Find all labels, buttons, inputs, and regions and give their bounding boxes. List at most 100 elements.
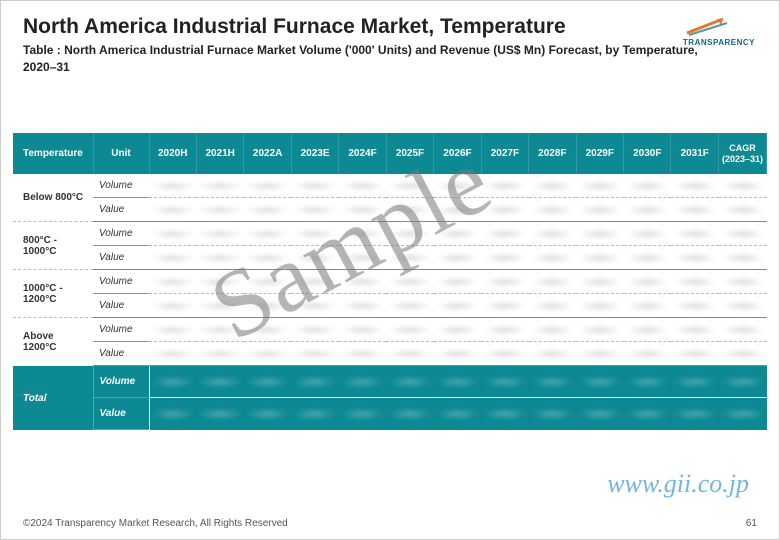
row-label: 1000°C - 1200°C [13, 270, 93, 318]
data-cell [529, 294, 576, 318]
page-number: 61 [746, 518, 757, 529]
unit-cell: Value [93, 342, 149, 366]
data-cell [386, 294, 433, 318]
brand-logo-text: TRANSPARENCY [683, 38, 755, 47]
data-cell [671, 246, 719, 270]
data-cell [719, 342, 767, 366]
data-cell [244, 222, 291, 246]
data-cell [481, 342, 528, 366]
unit-cell: Volume [93, 174, 149, 198]
data-cell [624, 222, 671, 246]
data-cell [244, 342, 291, 366]
data-cell [196, 270, 243, 294]
data-cell [339, 294, 386, 318]
copyright-text: ©2024 Transparency Market Research, All … [23, 518, 288, 529]
data-cell [196, 246, 243, 270]
total-data-cell [576, 366, 623, 398]
data-cell [149, 342, 196, 366]
data-cell [149, 222, 196, 246]
data-cell [576, 294, 623, 318]
data-cell [529, 222, 576, 246]
data-cell [624, 294, 671, 318]
data-cell [481, 270, 528, 294]
data-cell [529, 174, 576, 198]
data-cell [244, 294, 291, 318]
data-cell [434, 246, 481, 270]
total-data-cell [244, 366, 291, 398]
data-cell [386, 198, 433, 222]
total-data-cell [291, 366, 338, 398]
data-cell [481, 222, 528, 246]
total-data-cell [529, 398, 576, 430]
unit-cell: Value [93, 246, 149, 270]
total-label: Total [13, 366, 93, 430]
data-cell [671, 174, 719, 198]
data-cell [291, 294, 338, 318]
data-cell [149, 174, 196, 198]
data-cell [291, 342, 338, 366]
data-cell [671, 318, 719, 342]
data-cell [291, 174, 338, 198]
data-cell [339, 222, 386, 246]
unit-cell: Value [93, 198, 149, 222]
data-cell [624, 174, 671, 198]
data-cell [719, 198, 767, 222]
data-cell [196, 294, 243, 318]
col-8: 2026F [434, 133, 481, 175]
data-cell [576, 198, 623, 222]
forecast-table: TemperatureUnit2020H2021H2022A2023E2024F… [13, 133, 767, 431]
data-cell [291, 318, 338, 342]
row-label: Above 1200°C [13, 318, 93, 366]
col-4: 2022A [244, 133, 291, 175]
col-1: Unit [93, 133, 149, 175]
data-cell [671, 222, 719, 246]
total-data-cell [719, 398, 767, 430]
page-subtitle: Table : North America Industrial Furnace… [23, 42, 703, 77]
data-cell [624, 318, 671, 342]
data-cell [196, 198, 243, 222]
total-data-cell [339, 366, 386, 398]
data-cell [576, 246, 623, 270]
data-cell [244, 198, 291, 222]
data-cell [291, 246, 338, 270]
data-cell [624, 198, 671, 222]
data-cell [339, 198, 386, 222]
col-9: 2027F [481, 133, 528, 175]
data-cell [386, 342, 433, 366]
data-cell [434, 342, 481, 366]
data-cell [719, 294, 767, 318]
total-data-cell [624, 366, 671, 398]
data-cell [529, 198, 576, 222]
data-cell [291, 198, 338, 222]
data-cell [529, 270, 576, 294]
total-data-cell [196, 366, 243, 398]
data-cell [481, 294, 528, 318]
data-cell [624, 270, 671, 294]
total-unit: Volume [93, 366, 149, 398]
data-cell [434, 270, 481, 294]
data-cell [196, 342, 243, 366]
page-title: North America Industrial Furnace Market,… [23, 15, 757, 39]
data-cell [576, 342, 623, 366]
data-cell [719, 174, 767, 198]
total-data-cell [196, 398, 243, 430]
unit-cell: Volume [93, 222, 149, 246]
data-cell [576, 174, 623, 198]
data-cell [719, 270, 767, 294]
total-data-cell [386, 366, 433, 398]
data-cell [434, 318, 481, 342]
data-cell [149, 198, 196, 222]
brand-logo: TRANSPARENCY [683, 15, 755, 47]
data-cell [339, 318, 386, 342]
data-cell [719, 318, 767, 342]
total-data-cell [529, 366, 576, 398]
data-cell [386, 270, 433, 294]
data-cell [576, 270, 623, 294]
data-cell [719, 222, 767, 246]
data-cell [386, 222, 433, 246]
col-13: 2031F [671, 133, 719, 175]
data-cell [434, 174, 481, 198]
total-data-cell [719, 366, 767, 398]
unit-cell: Volume [93, 270, 149, 294]
total-data-cell [244, 398, 291, 430]
